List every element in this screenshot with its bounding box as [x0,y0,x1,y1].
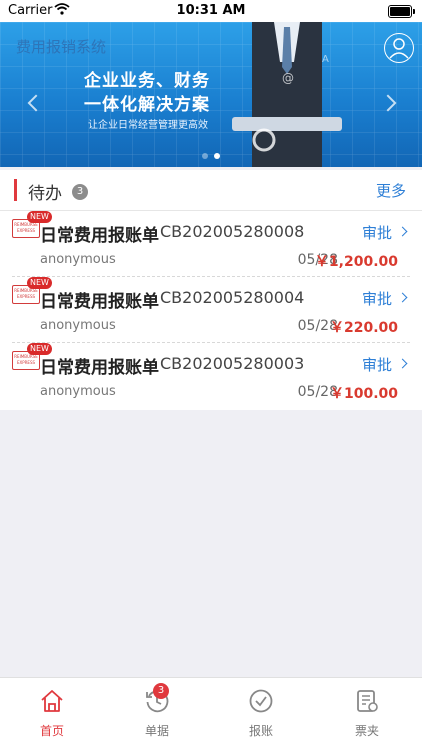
bottom-tab-bar: 首页 3 单据 报账 票夹 [0,677,422,751]
svg-text:A: A [322,54,329,65]
home-icon [41,690,63,712]
approve-link[interactable]: 审批 [362,354,392,375]
clock: 10:31 AM [176,3,246,18]
tab-reimburse[interactable]: 报账 [231,688,291,742]
check-circle-icon [249,689,273,713]
banner-pagination [202,144,226,163]
tab-badge: 3 [153,683,169,699]
todo-section-header: 待办 3 更多 [0,170,422,211]
form-code: CB202005280008 [160,222,305,241]
chevron-right-icon[interactable] [397,358,408,369]
app-title: 费用报销系统 [16,38,107,56]
user-profile-icon[interactable] [384,33,414,63]
todo-list-item[interactable]: REIMBURSE EXPRESS NEW 日常费用报账单 CB20200528… [0,277,422,343]
approve-link[interactable]: 审批 [362,222,392,243]
form-name: 日常费用报账单 [40,226,159,246]
tab-label: 票夹 [354,724,379,738]
applicant-name: anonymous [40,252,116,267]
approve-link[interactable]: 审批 [362,288,392,309]
form-name: 日常费用报账单 [40,292,159,312]
applicant-name: anonymous [40,384,116,399]
todo-list: REIMBURSE EXPRESS NEW 日常费用报账单 CB20200528… [0,211,422,410]
form-name: 日常费用报账单 [40,358,159,378]
ticket-folder-icon [357,690,378,712]
todo-count-badge: 3 [72,184,88,200]
pagination-dot[interactable] [202,153,208,159]
pagination-dot-active[interactable] [214,153,220,159]
tab-label: 单据 [144,724,169,738]
businessman-illustration: @ A [232,22,342,167]
todo-list-item[interactable]: REIMBURSE EXPRESS NEW 日常费用报账单 CB20200528… [0,211,422,277]
battery-icon [388,5,415,18]
chevron-right-icon[interactable] [397,292,408,303]
promo-banner[interactable]: 费用报销系统 企业业务、财务 一体化解决方案 让企业日常经营管理更高效 @ A [0,22,422,167]
todo-list-item[interactable]: REIMBURSE EXPRESS NEW 日常费用报账单 CB20200528… [0,343,422,409]
banner-slogan-line3: 让企业日常经营管理更高效 [88,120,208,131]
tab-documents[interactable]: 3 单据 [127,683,187,742]
form-code: CB202005280004 [160,288,305,307]
status-bar: Carrier 10:31 AM [0,0,422,22]
section-accent-bar [14,179,17,201]
chevron-right-icon[interactable] [397,226,408,237]
banner-slogan-line1: 企业业务、财务 [84,71,210,91]
amount: ￥220.00 [329,320,398,336]
stamp-text: REIMBURSE EXPRESS [14,354,38,365]
more-link[interactable]: 更多 [376,180,406,201]
applicant-name: anonymous [40,318,116,333]
banner-slogan-line2: 一体化解决方案 [84,95,210,115]
tab-label: 报账 [248,724,273,738]
stamp-text: REIMBURSE EXPRESS [14,222,38,233]
tab-home[interactable]: 首页 [22,688,82,742]
form-code: CB202005280003 [160,354,305,373]
todo-title: 待办 [28,184,62,204]
amount: ￥100.00 [329,386,398,402]
stamp-text: REIMBURSE EXPRESS [14,288,38,299]
amount: ￥1,200.00 [314,254,398,270]
svg-text:@: @ [282,71,294,85]
tab-label: 首页 [39,724,64,738]
tab-ticket-folder[interactable]: 票夹 [337,688,397,742]
